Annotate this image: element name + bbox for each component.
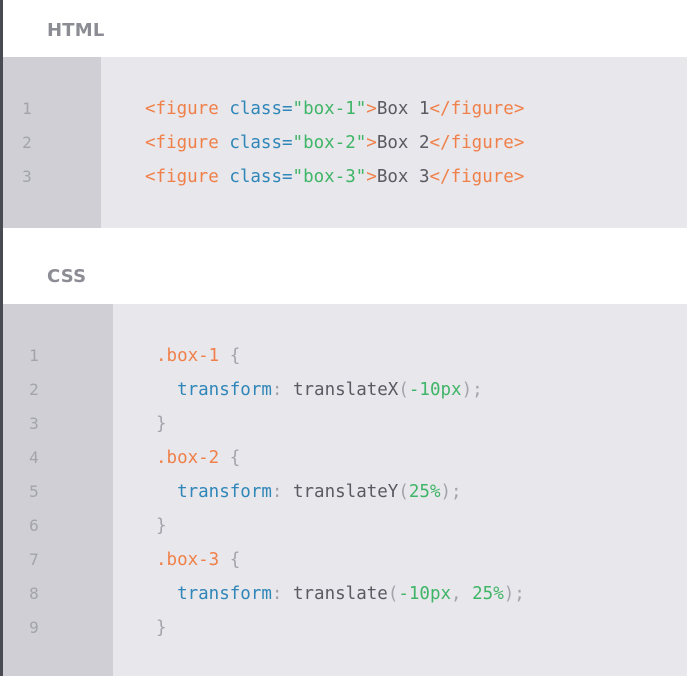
open-brace: { <box>219 346 241 366</box>
code-line: transform: translateY(25%); <box>156 475 462 509</box>
tag-open: <figure <box>145 133 219 153</box>
code-line: .box-1 { <box>156 339 240 373</box>
close-brace: } <box>156 414 167 434</box>
tag-end: </figure> <box>429 133 525 153</box>
code-line: <figure class="box-3">Box 3</figure> <box>145 160 524 194</box>
close-paren: ); <box>440 482 462 502</box>
css-value: -10px <box>408 380 462 400</box>
css-function: translate <box>292 584 388 604</box>
tag-end: </figure> <box>429 99 525 119</box>
css-function: translateX <box>292 380 399 400</box>
css-code-area[interactable]: .box-1 { transform: translateX(-10px); }… <box>113 304 687 676</box>
html-code-block: 1 2 3 <figure class="box-1">Box 1</figur… <box>3 57 687 228</box>
attribute-value: "box-1" <box>292 99 367 119</box>
css-selector: .box-1 <box>156 346 220 366</box>
close-brace: } <box>156 618 167 638</box>
line-number: 4 <box>29 448 39 467</box>
separator: , <box>451 584 473 604</box>
element-text: Box 3 <box>376 167 430 187</box>
code-line: .box-3 { <box>156 543 240 577</box>
colon: : <box>271 482 293 502</box>
element-text: Box 1 <box>376 99 430 119</box>
code-line: } <box>156 509 167 543</box>
code-line: transform: translateX(-10px); <box>156 373 483 407</box>
attribute-value: "box-3" <box>292 167 367 187</box>
open-brace: { <box>219 550 241 570</box>
close-paren: ); <box>461 380 483 400</box>
html-code-area[interactable]: <figure class="box-1">Box 1</figure> <fi… <box>101 57 687 228</box>
tag-close: > <box>366 99 377 119</box>
css-line-gutter: 1 2 3 4 5 6 7 8 9 <box>3 304 113 676</box>
line-number: 3 <box>29 414 39 433</box>
css-property: transform <box>177 482 272 502</box>
tag-end: </figure> <box>429 167 525 187</box>
code-line: <figure class="box-1">Box 1</figure> <box>145 92 524 126</box>
attribute-name: class= <box>229 133 293 153</box>
css-section-title: CSS <box>47 266 87 287</box>
line-number: 8 <box>29 584 39 603</box>
colon: : <box>271 584 293 604</box>
code-line: .box-2 { <box>156 441 240 475</box>
line-number: 1 <box>22 99 32 118</box>
open-brace: { <box>219 448 241 468</box>
css-value: 25% <box>472 584 504 604</box>
line-number: 3 <box>22 167 32 186</box>
line-number: 5 <box>29 482 39 501</box>
tag-close: > <box>366 167 377 187</box>
css-selector: .box-3 <box>156 550 220 570</box>
html-line-gutter: 1 2 3 <box>3 57 101 228</box>
tag-close: > <box>366 133 377 153</box>
css-code-block: 1 2 3 4 5 6 7 8 9 .box-1 { transform: tr… <box>3 304 687 676</box>
line-number: 2 <box>29 380 39 399</box>
tag-open: <figure <box>145 99 219 119</box>
css-selector: .box-2 <box>156 448 220 468</box>
line-number: 6 <box>29 516 39 535</box>
code-line: transform: translate(-10px, 25%); <box>156 577 525 611</box>
line-number: 2 <box>22 133 32 152</box>
css-function: translateY <box>292 482 399 502</box>
element-text: Box 2 <box>376 133 430 153</box>
tag-open: <figure <box>145 167 219 187</box>
line-number: 7 <box>29 550 39 569</box>
colon: : <box>271 380 293 400</box>
css-property: transform <box>177 584 272 604</box>
css-value: -10px <box>398 584 452 604</box>
attribute-value: "box-2" <box>292 133 367 153</box>
css-property: transform <box>177 380 272 400</box>
attribute-name: class= <box>229 99 293 119</box>
attribute-name: class= <box>229 167 293 187</box>
close-brace: } <box>156 516 167 536</box>
open-paren: ( <box>387 584 399 604</box>
code-line: } <box>156 611 167 645</box>
code-line: <figure class="box-2">Box 2</figure> <box>145 126 524 160</box>
code-line: } <box>156 407 167 441</box>
css-value: 25% <box>408 482 441 502</box>
html-section-title: HTML <box>47 20 105 41</box>
close-paren: ); <box>503 584 525 604</box>
line-number: 9 <box>29 618 39 637</box>
open-paren: ( <box>398 380 409 400</box>
open-paren: ( <box>398 482 409 502</box>
line-number: 1 <box>29 346 39 365</box>
